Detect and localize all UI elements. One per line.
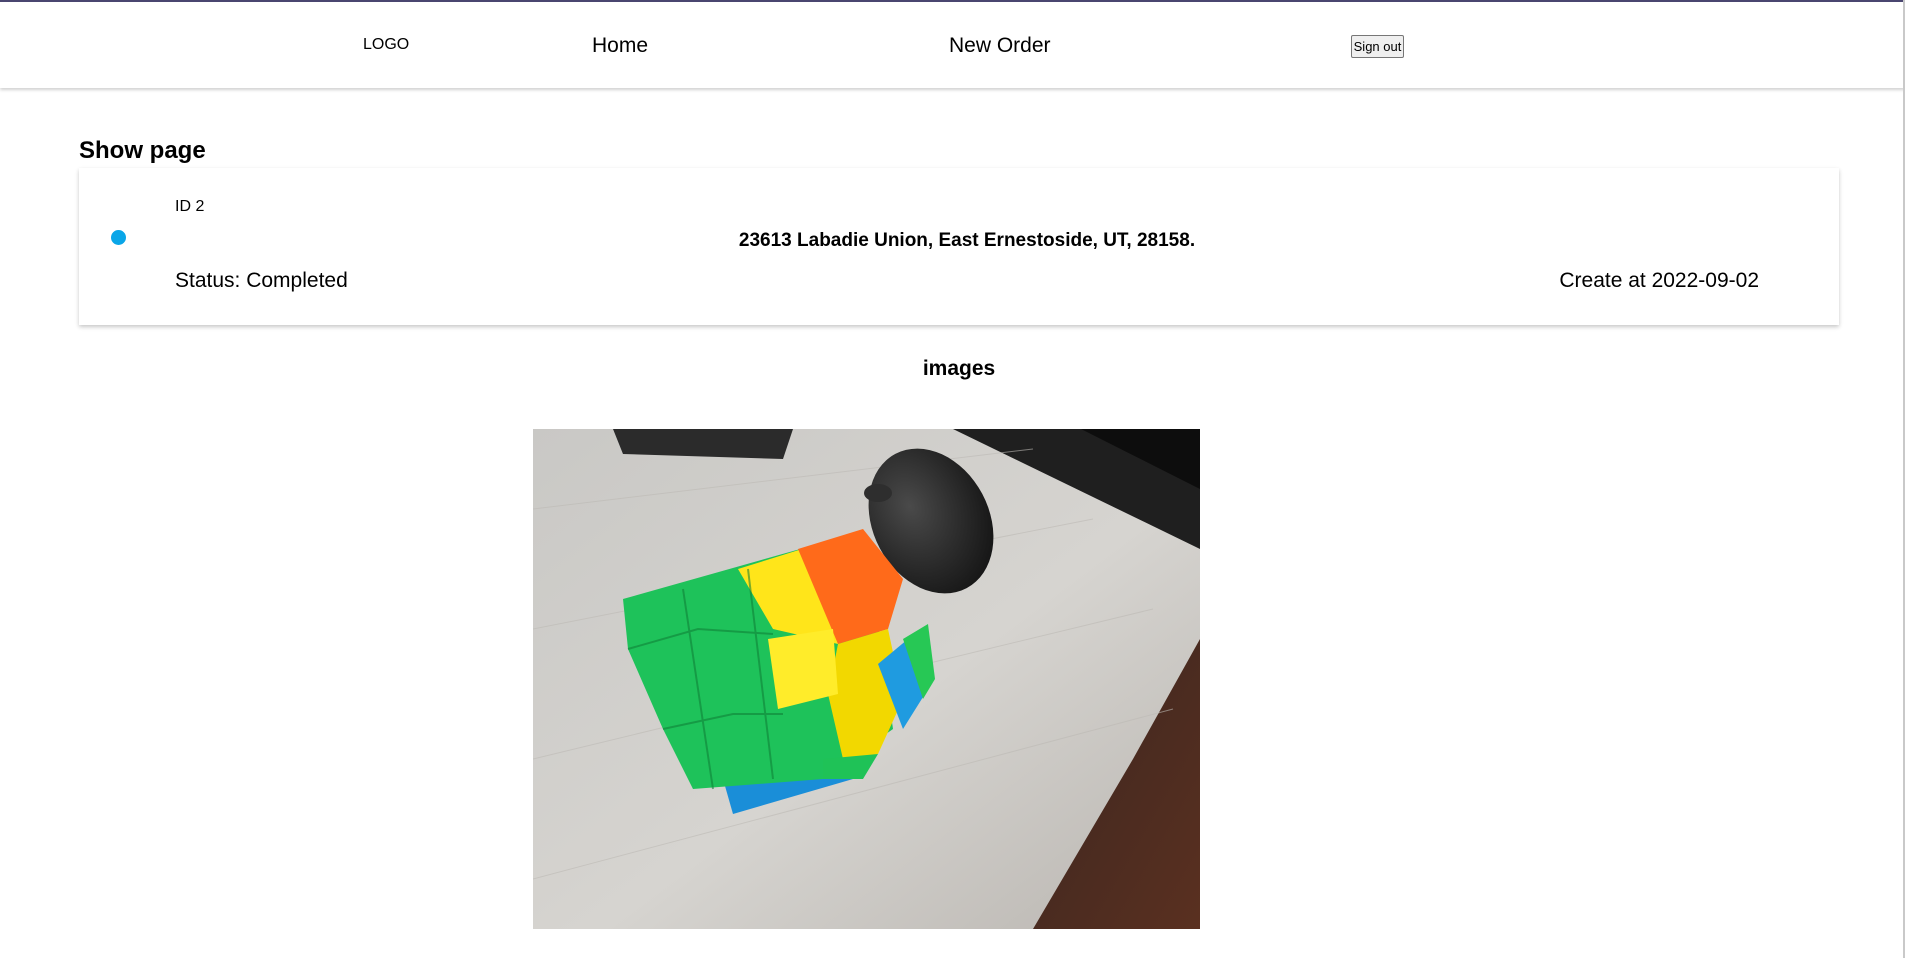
page-title: Show page [79, 137, 206, 164]
order-address: 23613 Labadie Union, East Ernestoside, U… [738, 230, 1196, 251]
images-heading: images [922, 357, 996, 380]
logo: LOGO [363, 36, 410, 53]
top-navbar: LOGO Home New Order Sign out [0, 0, 1905, 88]
nav-link-new-order[interactable]: New Order [949, 34, 1051, 58]
order-card: ID 2 23613 Labadie Union, East Ernestosi… [79, 168, 1839, 325]
order-created-date: Create at 2022-09-02 [1559, 269, 1759, 292]
nav-link-home[interactable]: Home [592, 34, 648, 58]
order-status: Status: Completed [175, 269, 348, 292]
order-id: ID 2 [175, 198, 205, 215]
order-photo [533, 429, 1200, 929]
sign-out-button[interactable]: Sign out [1351, 35, 1404, 58]
